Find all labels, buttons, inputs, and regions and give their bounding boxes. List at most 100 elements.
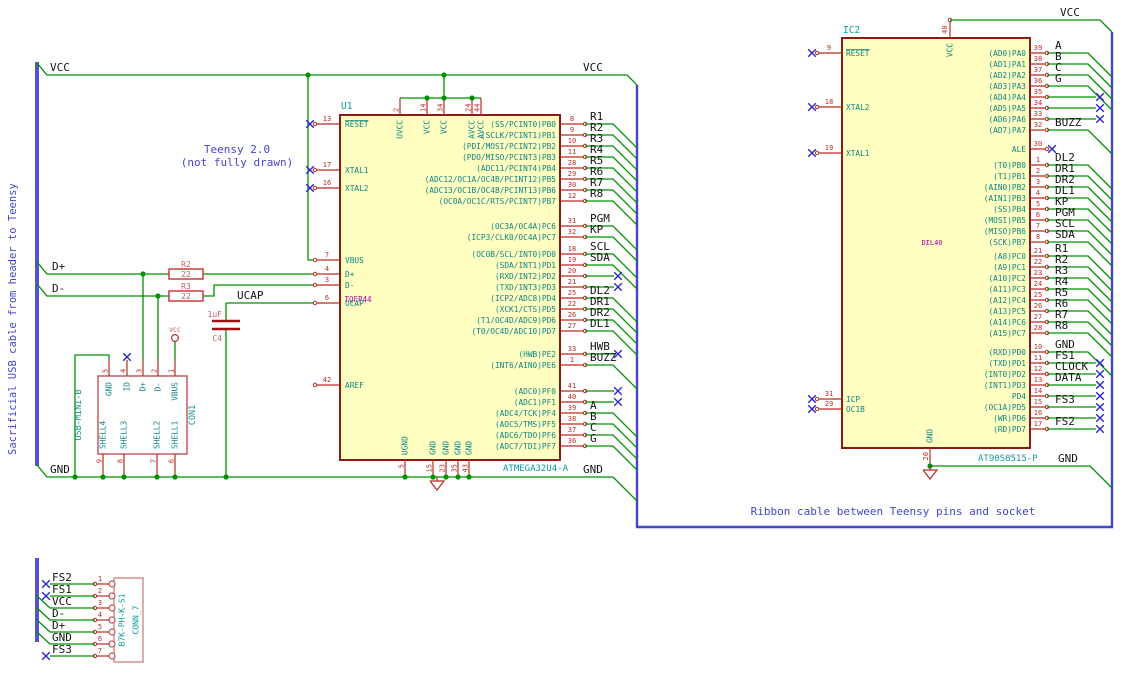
con1-pin-name: VBUS	[171, 382, 180, 401]
u1-ref[interactable]: U1	[341, 101, 353, 112]
u1-pin-num: 27	[568, 322, 576, 330]
resistor-r3-value: 22	[181, 292, 191, 301]
u1-value[interactable]: ATMEGA32U4-A	[503, 464, 569, 474]
c4-value: 1uF	[208, 310, 223, 319]
u1-pin-name: AVCC	[468, 120, 477, 139]
ic2-value[interactable]: AT90S8515-P	[978, 454, 1038, 464]
ic2-gnd-wire	[930, 465, 1113, 489]
schematic-page: VCC VCC GND GND D+ D- UCAP 1uF C4 R2 22 R3 22 VCC U1 AT…	[0, 0, 1131, 690]
net-label-FS2[interactable]: FS2	[1055, 415, 1075, 428]
net-label-KP[interactable]: KP	[590, 223, 604, 236]
ic2-pin-num: 24	[1034, 280, 1042, 288]
ic2-ref[interactable]: IC2	[843, 25, 860, 36]
ic2-pin-name: (AIN0)PB2	[984, 183, 1027, 192]
u1-pin-name: (ADC1)PF1	[514, 398, 557, 407]
net-label-G[interactable]: G	[590, 432, 597, 445]
gnd-rail	[612, 476, 638, 502]
conn7-value[interactable]: B7K-PH-K-S1	[118, 593, 127, 646]
u1-pin-num: 16	[323, 179, 331, 187]
conn7-pin-circle	[108, 640, 116, 648]
net-label-UCAP[interactable]: UCAP	[237, 289, 264, 302]
u1-pin-num: 20	[568, 267, 576, 275]
u1-pin-num: 14	[420, 104, 428, 112]
junction-dot	[430, 474, 436, 480]
ic2-pin-num: 9	[827, 44, 831, 52]
net-label-BUZZ[interactable]: BUZZ	[1055, 116, 1082, 129]
u1-pin-name: D+	[345, 270, 355, 279]
u1-pin-num: 33	[568, 345, 576, 353]
vcc-symbol-label: VCC	[169, 326, 181, 334]
u1-pin-num: 5	[398, 464, 406, 468]
net-label-VCC[interactable]: VCC	[1060, 6, 1080, 19]
net-label-SDA[interactable]: SDA	[1055, 228, 1075, 241]
u1-pin-num: 3	[325, 276, 329, 284]
u1-pin-num: 38	[568, 415, 576, 423]
ic2-pin-num: 26	[1034, 302, 1042, 310]
ic2-pin-name: ICP	[846, 395, 860, 404]
net-label-GND[interactable]: GND	[583, 463, 603, 476]
u1-pin-num: 15	[426, 464, 434, 472]
u1-pin-num: 11	[568, 148, 576, 156]
con1-ref[interactable]: CON1	[188, 405, 198, 425]
note-usb-cable: Sacrificial USB cable from header to Tee…	[7, 183, 19, 455]
junction-dot	[466, 474, 472, 480]
ic2-pin-num: 35	[1034, 88, 1042, 96]
pin-end	[312, 257, 318, 263]
ic2-pin-num: 31	[825, 390, 833, 398]
net-label-R8[interactable]: R8	[1055, 319, 1068, 332]
u1-pin-name: (OC0B/SCL/INT0)PD0	[472, 250, 557, 259]
junction-dot	[100, 474, 106, 480]
resistor-r2-ref: R2	[181, 260, 191, 269]
conn7-ref[interactable]: CONN_7	[132, 605, 141, 634]
u1-pin-num: 39	[568, 404, 576, 412]
net-label-GND[interactable]: GND	[50, 463, 70, 476]
net-label-DATA[interactable]: DATA	[1055, 371, 1082, 384]
u1-pin-num: 1	[570, 356, 574, 364]
u1-pin-num: 4	[325, 265, 329, 273]
net-label-FS3[interactable]: FS3	[1055, 393, 1075, 406]
u1-pin-name: (ADC4/TCK)PF4	[495, 409, 556, 418]
ic2-pin-num: 21	[1034, 247, 1042, 255]
net-label-BUZZ[interactable]: BUZZ	[590, 351, 617, 364]
ic2-pin-num: 10	[1034, 343, 1042, 351]
u1-pin-name: GND	[465, 441, 474, 455]
net-label-R8[interactable]: R8	[590, 187, 603, 200]
u1-pin-name: (ADC11/PCINT4)PB4	[476, 164, 556, 173]
net-label-DL1[interactable]: DL1	[590, 317, 610, 330]
ic2-pin-num: 2	[1036, 167, 1040, 175]
net-label-SDA[interactable]: SDA	[590, 251, 610, 264]
u1-pin-name: (SCLK/PCINT1)PB1	[481, 131, 556, 140]
ic2-footprint: DIL40	[921, 239, 942, 247]
ic2-pin-name: (A15)PC7	[988, 329, 1026, 338]
net-label-VCC[interactable]: VCC	[50, 61, 70, 74]
u1-pin-name: (PDI/MOSI/PCINT2)PB2	[462, 142, 556, 151]
ic2-pin-name: XTAL1	[846, 149, 870, 158]
ic2-vcc-wire	[950, 19, 1113, 33]
u1-pin-name: (ADC12/OC1A/OC4B/PCINT12)PB5	[425, 175, 557, 184]
conn7-pin-num: 1	[98, 575, 102, 583]
ic2-pin-name: (A8)PC0	[993, 252, 1026, 261]
net-label-FS3[interactable]: FS3	[52, 643, 72, 656]
net-label-G[interactable]: G	[1055, 72, 1062, 85]
junction-dot	[441, 72, 447, 78]
net-label-VCC[interactable]: VCC	[583, 61, 603, 74]
ic2-pin-num: 8	[1036, 233, 1040, 241]
conn7-pin-num: 6	[98, 635, 102, 643]
net-label-D+[interactable]: D+	[52, 260, 66, 273]
u1-pin-name: (ADC6/TDO)PF6	[495, 431, 556, 440]
ic2-pin-num: 11	[1034, 354, 1042, 362]
u1-pin-num: 31	[568, 217, 576, 225]
ic2-pin-num: 39	[1034, 44, 1042, 52]
ic2-pin-num: 30	[1034, 140, 1042, 148]
ic2-pin-name: (AD6)PA6	[988, 115, 1026, 124]
pin-end	[814, 104, 820, 110]
ic2-pin-num: 23	[1034, 269, 1042, 277]
u1-pin-num: 37	[568, 426, 576, 434]
net-label-GND[interactable]: GND	[1058, 452, 1078, 465]
ic2-pin-num: 34	[1034, 99, 1042, 107]
u1-pin-num: 22	[568, 300, 576, 308]
net-label-D-[interactable]: D-	[52, 282, 65, 295]
ic2-pin-name: (TXD)PD1	[988, 359, 1026, 368]
u1-pin-name: (ADC0)PF0	[514, 387, 557, 396]
u1-pin-num: 2	[393, 108, 401, 112]
